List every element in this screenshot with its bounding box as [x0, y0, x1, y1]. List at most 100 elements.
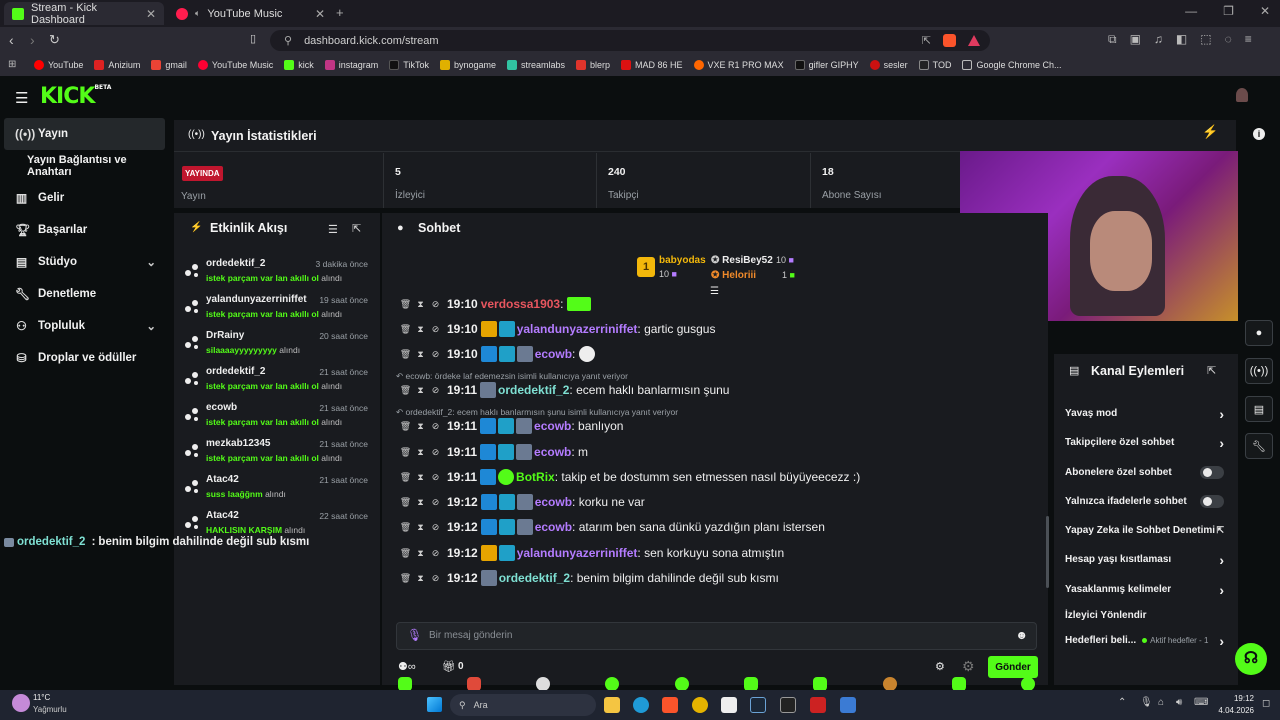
message-user[interactable]: ecowb: [534, 419, 571, 433]
edge-icon[interactable]: [633, 697, 649, 713]
action-account-age[interactable]: Hesap yaşı kısıtlaması ›: [1065, 552, 1230, 568]
event-user[interactable]: mezkab12345: [206, 438, 271, 449]
file-explorer-icon[interactable]: [604, 697, 620, 713]
volume-icon[interactable]: 🔊︎: [1176, 697, 1182, 708]
vpn-icon[interactable]: ◌: [1225, 32, 1232, 47]
action-raid[interactable]: İzleyici Yönlendir: [1065, 610, 1230, 621]
emote-image[interactable]: [744, 677, 758, 691]
channel-actions-button[interactable]: ▤: [1245, 396, 1273, 422]
timeout-icon[interactable]: ⧗: [413, 385, 428, 396]
ban-icon[interactable]: ⊘: [428, 421, 443, 432]
event-user[interactable]: ordedektif_2: [206, 366, 265, 377]
screenshot-icon[interactable]: ⬚: [1200, 32, 1211, 47]
emote-image[interactable]: [883, 677, 897, 691]
sidebar-item-topluluk[interactable]: ⚇ Topluluk ⌄: [0, 310, 172, 342]
new-tab-button[interactable]: +: [336, 5, 344, 20]
delete-icon[interactable]: 🗑︎: [398, 385, 413, 396]
close-tab-icon[interactable]: ✕: [315, 7, 325, 21]
sidebar-item-studyo[interactable]: ▤ Stüdyo ⌄: [0, 246, 172, 278]
brave-icon[interactable]: [662, 697, 678, 713]
steam-icon[interactable]: [750, 697, 766, 713]
tab-search-icon[interactable]: ▣: [1130, 32, 1141, 47]
delete-icon[interactable]: 🗑︎: [398, 324, 413, 335]
close-tab-icon[interactable]: ✕: [146, 7, 156, 21]
ban-icon[interactable]: ⊘: [428, 472, 443, 483]
message-user[interactable]: ordedektif_2: [499, 571, 570, 585]
bookmark-instagram[interactable]: instagram: [324, 60, 378, 70]
ban-icon[interactable]: ⊘: [428, 522, 443, 533]
delete-icon[interactable]: 🗑︎: [398, 522, 413, 533]
language-icon[interactable]: ⌨: [1194, 697, 1208, 708]
sidebar-item-gelir[interactable]: ▥ Gelir: [0, 182, 172, 214]
sidebar-item-basarilar[interactable]: 🏆︎ Başarılar: [0, 214, 172, 246]
kick-logo[interactable]: KICKBETA: [40, 84, 111, 109]
event-user[interactable]: DrRainy: [206, 330, 244, 341]
notification-icon[interactable]: ◻: [1262, 698, 1270, 709]
tray-chevron-icon[interactable]: ⌃: [1118, 697, 1126, 708]
ban-icon[interactable]: ⊘: [428, 548, 443, 559]
delete-icon[interactable]: 🗑︎: [398, 497, 413, 508]
moderation-button[interactable]: 🔧︎: [1245, 433, 1273, 459]
sidebar-item-droplar[interactable]: ⛁ Droplar ve ödüller: [0, 342, 172, 374]
timeout-icon[interactable]: ⧗: [413, 497, 428, 508]
action-followers-only[interactable]: Takipçilere özel sohbet ›: [1065, 435, 1230, 451]
sidebar-item-yayin[interactable]: ((•)) Yayın: [4, 118, 165, 150]
extensions-icon[interactable]: ⧉: [1108, 32, 1117, 47]
maximize-icon[interactable]: ❐: [1223, 4, 1234, 18]
message-user[interactable]: ecowb: [535, 495, 572, 509]
sidebar-item-denetleme[interactable]: 🔧︎ Denetleme: [0, 278, 172, 310]
emote-image[interactable]: [467, 677, 481, 691]
event-user[interactable]: ordedektif_2: [206, 258, 265, 269]
delete-icon[interactable]: 🗑︎: [398, 573, 413, 584]
bookmark-mad86[interactable]: MAD 86 HE: [621, 60, 683, 70]
tab-youtube-music[interactable]: 🔈︎ YouTube Music ✕: [168, 2, 333, 25]
broadcast-button[interactable]: ((•)): [1245, 358, 1273, 384]
bookmark-folder-chrome[interactable]: Google Chrome Ch...: [962, 60, 1062, 70]
event-user[interactable]: Atac42: [206, 474, 239, 485]
emoji-icon[interactable]: ☻: [1015, 628, 1028, 642]
menu-icon[interactable]: ≡: [1245, 32, 1252, 47]
ban-icon[interactable]: ⊘: [428, 447, 443, 458]
stream-health-icon[interactable]: ⚡: [1202, 124, 1218, 140]
event-user[interactable]: ecowb: [206, 402, 237, 413]
windows-start-icon[interactable]: [427, 697, 442, 712]
microphone-tray-icon[interactable]: 🎙︎: [1140, 697, 1153, 708]
sidebar-toggle-icon[interactable]: ◧: [1176, 32, 1187, 47]
event-user[interactable]: Atac42: [206, 510, 239, 521]
brave-shield-icon[interactable]: [943, 34, 956, 47]
bookmark-tiktok[interactable]: TikTok: [389, 60, 429, 70]
chrome-icon[interactable]: [692, 697, 708, 713]
ban-icon[interactable]: ⊘: [428, 497, 443, 508]
emote-image[interactable]: [605, 677, 619, 691]
microphone-icon[interactable]: 🎙︎: [407, 628, 422, 642]
sidebar-item-stream-key[interactable]: Yayın Bağlantısı ve Anahtarı: [0, 150, 172, 182]
network-icon[interactable]: ⌂: [1158, 697, 1164, 708]
forward-icon[interactable]: ›: [30, 32, 35, 48]
filter-icon[interactable]: ☰: [328, 223, 338, 236]
action-banned-words[interactable]: Yasaklanmış kelimeler ›: [1065, 582, 1230, 598]
message-user[interactable]: ecowb: [535, 347, 572, 361]
profile-avatar[interactable]: [1236, 88, 1248, 102]
store-icon[interactable]: [721, 697, 737, 713]
site-info-icon[interactable]: ⚲: [284, 34, 292, 47]
timeout-icon[interactable]: ⧗: [413, 349, 428, 360]
ban-icon[interactable]: ⊘: [428, 573, 443, 584]
close-window-icon[interactable]: ✕: [1260, 4, 1270, 18]
support-button[interactable]: ☊: [1235, 643, 1267, 675]
action-ai-moderation[interactable]: Yapay Zeka ile Sohbet Denetimi ⇱: [1065, 525, 1230, 536]
bookmark-kick[interactable]: kick: [284, 60, 314, 70]
message-user[interactable]: ecowb: [534, 445, 571, 459]
top-chatter-name[interactable]: ✪ ResiBey52: [711, 255, 773, 266]
bookmark-youtube[interactable]: YouTube: [34, 60, 83, 70]
delete-icon[interactable]: 🗑︎: [398, 349, 413, 360]
info-icon[interactable]: i: [1253, 128, 1265, 140]
gift-icon[interactable]: 🎁︎: [442, 660, 456, 673]
popout-icon[interactable]: ⇱: [1207, 364, 1216, 377]
weather-icon[interactable]: [12, 694, 30, 712]
address-bar[interactable]: ⚲ dashboard.kick.com/stream ⇱: [270, 30, 990, 51]
subs-only-toggle[interactable]: [1200, 466, 1224, 479]
timeout-icon[interactable]: ⧗: [413, 324, 428, 335]
channel-points-icon[interactable]: ⚉∞: [398, 660, 416, 673]
delete-icon[interactable]: 🗑︎: [398, 472, 413, 483]
bookmark-vxe[interactable]: VXE R1 PRO MAX: [693, 60, 784, 70]
